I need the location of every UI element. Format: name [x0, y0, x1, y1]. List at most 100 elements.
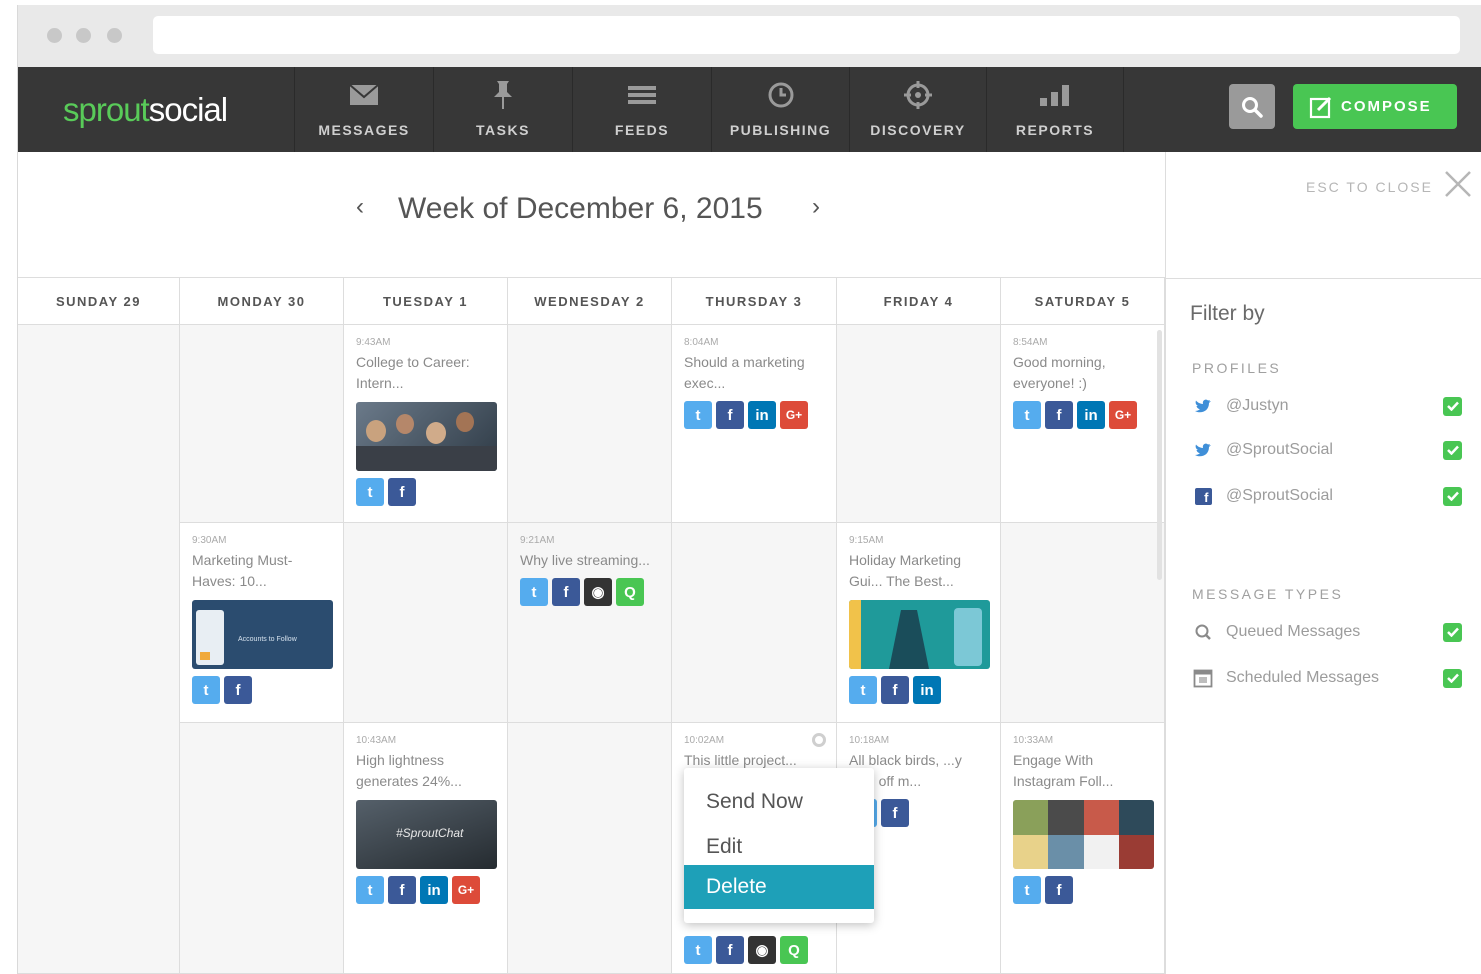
calendar-header: ‹ Week of December 6, 2015 ›: [18, 152, 1165, 278]
twitter-bird-icon: [1192, 395, 1214, 417]
twitter-icon: t: [520, 578, 548, 606]
sprout-social-logo[interactable]: sproutsocial: [63, 91, 228, 129]
post-text: Holiday Marketing Gui... The Best...: [849, 552, 962, 589]
nav-messages[interactable]: MESSAGES: [294, 67, 433, 152]
gear-icon[interactable]: [812, 733, 826, 747]
queue-icon: [1192, 621, 1214, 643]
twitter-icon: t: [684, 401, 712, 429]
google-plus-icon: G+: [452, 876, 480, 904]
profile-filter-sproutsocial-facebook[interactable]: f @SproutSocial: [1192, 484, 1462, 508]
delete-menu-item[interactable]: Delete: [684, 865, 874, 909]
prev-week-arrow[interactable]: ‹: [356, 193, 364, 221]
nav-tasks[interactable]: TASKS: [433, 67, 572, 152]
checkbox-checked[interactable]: [1443, 486, 1462, 506]
checkbox-checked[interactable]: [1443, 396, 1462, 416]
post-time: 8:04AM: [684, 337, 719, 348]
calendar-scrollbar[interactable]: [1157, 330, 1162, 580]
checkbox-checked[interactable]: [1443, 440, 1462, 460]
profile-filter-justyn[interactable]: @Justyn: [1192, 394, 1462, 418]
top-navbar: sproutsocial MESSAGES TASKS FEEDS PUBLIS…: [18, 67, 1481, 152]
facebook-icon: f: [388, 876, 416, 904]
send-now-menu-item[interactable]: Send Now: [684, 780, 874, 824]
slot-cell[interactable]: [672, 523, 837, 723]
google-plus-icon: G+: [780, 401, 808, 429]
post-text: Engage With Instagram Foll...: [1013, 752, 1114, 789]
edit-menu-item[interactable]: Edit: [684, 825, 874, 869]
close-icon[interactable]: [1444, 170, 1472, 198]
next-week-arrow[interactable]: ›: [812, 193, 820, 221]
post-time: 9:30AM: [192, 535, 227, 546]
bar-chart-icon: [987, 81, 1123, 109]
post-card[interactable]: 8:04AM Should a marketing exec... t f in…: [672, 325, 837, 523]
twitter-icon: t: [1013, 401, 1041, 429]
window-minimize-dot[interactable]: [76, 28, 91, 43]
profile-filter-sproutsocial-twitter[interactable]: @SproutSocial: [1192, 438, 1462, 462]
post-text: College to Career: Intern...: [356, 354, 470, 391]
nav-reports[interactable]: REPORTS: [986, 67, 1124, 152]
window-close-dot[interactable]: [47, 28, 62, 43]
post-card[interactable]: 10:43AM High lightness generates 24%... …: [344, 723, 508, 974]
post-card[interactable]: 9:15AM Holiday Marketing Gui... The Best…: [837, 523, 1001, 723]
day-header-wednesday: WEDNESDAY 2: [508, 278, 672, 325]
slot-cell[interactable]: [180, 325, 344, 523]
compose-icon: [1309, 96, 1332, 118]
post-text: High lightness generates 24%...: [356, 752, 462, 789]
post-text: Good morning, everyone! :): [1013, 354, 1106, 391]
facebook-icon: f: [1045, 876, 1073, 904]
twitter-icon: t: [1013, 876, 1041, 904]
camera-icon: ◉: [584, 578, 612, 606]
clock-icon: [712, 81, 849, 109]
post-image: [1013, 800, 1154, 869]
facebook-icon: f: [716, 936, 744, 964]
slot-cell[interactable]: [837, 325, 1001, 523]
slot-cell[interactable]: [180, 723, 344, 974]
post-card[interactable]: 9:43AM College to Career: Intern... t f: [344, 325, 508, 523]
twitter-bird-icon: [1192, 439, 1214, 461]
filter-panel: ESC TO CLOSE Filter by PROFILES @Justyn …: [1165, 152, 1481, 974]
day-header-tuesday: TUESDAY 1: [344, 278, 508, 325]
facebook-icon: f: [224, 676, 252, 704]
post-image: Accounts to Follow: [192, 600, 333, 669]
nav-discovery[interactable]: DISCOVERY: [849, 67, 986, 152]
day-header-friday: FRIDAY 4: [837, 278, 1001, 325]
slot-cell[interactable]: [508, 723, 672, 974]
post-card[interactable]: 9:21AM Why live streaming... t f ◉ Q: [508, 523, 672, 723]
facebook-icon: f: [552, 578, 580, 606]
post-image: #SproutChat: [356, 800, 497, 869]
twitter-icon: t: [192, 676, 220, 704]
compose-button[interactable]: COMPOSE: [1293, 84, 1457, 129]
divider: [1166, 278, 1481, 279]
post-card[interactable]: 10:33AM Engage With Instagram Foll... t …: [1001, 723, 1165, 974]
post-card[interactable]: 8:54AM Good morning, everyone! :) t f in…: [1001, 325, 1165, 523]
crosshair-icon: [850, 81, 986, 109]
pin-icon: [434, 81, 572, 109]
post-text: Why live streaming...: [520, 552, 650, 568]
day-header-monday: MONDAY 30: [180, 278, 344, 325]
checkbox-checked[interactable]: [1443, 622, 1462, 642]
checkbox-checked[interactable]: [1443, 668, 1462, 688]
facebook-icon: f: [1192, 485, 1214, 507]
post-image: [356, 402, 497, 471]
slot-cell[interactable]: [1001, 523, 1165, 723]
type-filter-scheduled[interactable]: Scheduled Messages: [1192, 666, 1462, 690]
twitter-icon: t: [849, 676, 877, 704]
nav-publishing[interactable]: PUBLISHING: [711, 67, 849, 152]
post-text: Marketing Must-Haves: 10...: [192, 552, 293, 589]
facebook-icon: f: [881, 799, 909, 827]
day-cell-sunday[interactable]: [18, 325, 180, 974]
post-card[interactable]: 9:30AM Marketing Must-Haves: 10... Accou…: [180, 523, 344, 723]
nav-feeds[interactable]: FEEDS: [572, 67, 711, 152]
post-text: Should a marketing exec...: [684, 354, 805, 391]
slot-cell[interactable]: [344, 523, 508, 723]
window-maximize-dot[interactable]: [107, 28, 122, 43]
post-time: 9:21AM: [520, 535, 555, 546]
camera-icon: ◉: [748, 936, 776, 964]
esc-to-close-label[interactable]: ESC TO CLOSE: [1306, 179, 1433, 195]
google-plus-icon: G+: [1109, 401, 1137, 429]
type-filter-queued[interactable]: Queued Messages: [1192, 620, 1462, 644]
search-button[interactable]: [1229, 84, 1275, 129]
list-icon: [573, 81, 711, 109]
twitter-icon: t: [356, 478, 384, 506]
address-bar[interactable]: [153, 16, 1460, 54]
slot-cell[interactable]: [508, 325, 672, 523]
